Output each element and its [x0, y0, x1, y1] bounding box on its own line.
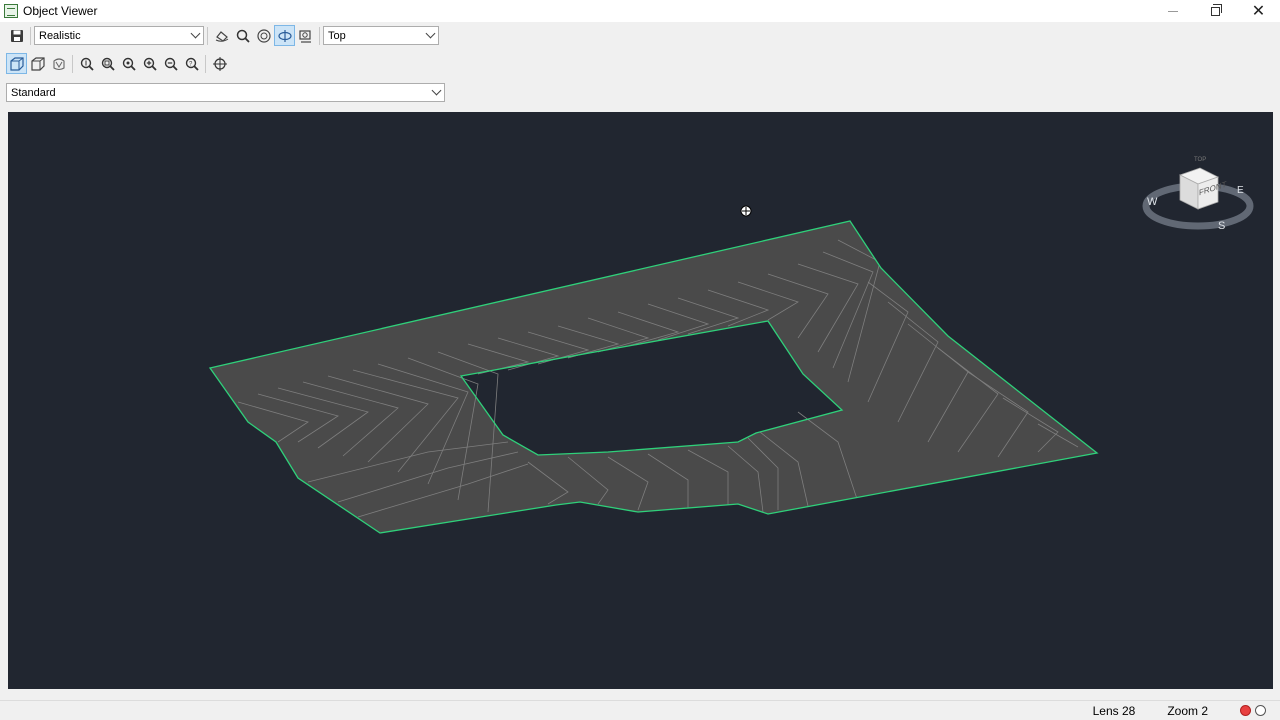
zoom-extents-button[interactable]	[118, 53, 139, 74]
minimize-icon	[1167, 10, 1178, 12]
view-direction-value: Top	[328, 29, 346, 42]
named-view-select[interactable]: Standard	[6, 83, 445, 102]
zoom-realtime-icon	[80, 57, 94, 71]
view-cube-front-button[interactable]	[6, 53, 27, 74]
free-orbit-icon	[256, 28, 271, 43]
viewcube-top-label[interactable]: TOP	[1194, 157, 1206, 163]
toolbar-separator	[30, 26, 31, 45]
zoom-previous-button[interactable]: ?	[181, 53, 202, 74]
app-icon	[4, 4, 18, 18]
chevron-down-icon	[425, 28, 436, 39]
restore-button[interactable]	[1194, 0, 1237, 22]
restore-icon	[1211, 3, 1222, 16]
visual-style-select[interactable]: Realistic	[34, 26, 204, 45]
chevron-down-icon	[431, 85, 442, 96]
zoom-button[interactable]	[232, 25, 253, 46]
surface-scene	[208, 167, 1254, 534]
magnifier-icon	[236, 29, 250, 43]
toolbar-separator	[205, 54, 206, 73]
zoom-status: Zoom 2	[1167, 703, 1208, 718]
toolbar-separator	[72, 54, 73, 73]
zoom-out-button[interactable]	[160, 53, 181, 74]
continuous-orbit-icon	[277, 29, 292, 42]
toolbar-area: Realistic Top ? Standard	[0, 22, 450, 108]
compass-east-label[interactable]: E	[1237, 185, 1244, 196]
camera-button[interactable]	[295, 25, 316, 46]
cube-iso-icon	[52, 57, 65, 70]
zoom-extents-icon	[122, 57, 136, 71]
idle-indicator-icon[interactable]	[1255, 705, 1266, 716]
view-cube-iso-button[interactable]	[48, 53, 69, 74]
3d-viewport[interactable]: TOP FRONT W E S	[8, 112, 1273, 689]
zoom-window-button[interactable]	[97, 53, 118, 74]
tin-surface	[210, 221, 1097, 533]
close-icon: ✕	[1251, 3, 1266, 20]
close-button[interactable]: ✕	[1237, 0, 1280, 22]
chevron-down-icon	[190, 28, 201, 39]
orbit-icon	[215, 30, 228, 42]
visual-style-value: Realistic	[39, 29, 81, 42]
orbit-button[interactable]	[211, 25, 232, 46]
status-bar: Lens 28 Zoom 2	[0, 700, 1280, 720]
toolbar-row-2: ?	[6, 53, 230, 74]
toolbar-separator	[319, 26, 320, 45]
zoom-in-icon	[143, 57, 157, 71]
continuous-orbit-button[interactable]	[274, 25, 295, 46]
target-icon	[212, 56, 227, 71]
named-view-value: Standard	[11, 86, 56, 99]
view-direction-select[interactable]: Top	[323, 26, 439, 45]
zoom-in-button[interactable]	[139, 53, 160, 74]
compass-south-label[interactable]: S	[1218, 220, 1225, 232]
record-indicator-icon[interactable]	[1240, 705, 1251, 716]
view-cube-side-button[interactable]	[27, 53, 48, 74]
pan-cursor-icon	[740, 205, 752, 217]
compass-west-label[interactable]: W	[1147, 196, 1157, 208]
window-title: Object Viewer	[23, 4, 98, 18]
toolbar-row-1: Realistic Top	[6, 25, 439, 46]
toolbar-row-3: Standard	[6, 83, 445, 102]
cube-side-icon	[30, 56, 45, 71]
window-controls: ✕	[1151, 0, 1280, 22]
target-button[interactable]	[209, 53, 230, 74]
minimize-button[interactable]	[1151, 0, 1194, 22]
toolbar-separator	[207, 26, 208, 45]
lens-status: Lens 28	[1092, 703, 1136, 718]
zoom-window-icon	[101, 57, 115, 71]
camera-icon	[298, 29, 311, 43]
title-bar: Object Viewer ✕	[0, 0, 1280, 22]
viewcube[interactable]	[1142, 167, 1254, 230]
cube-front-icon	[9, 56, 24, 71]
save-icon	[10, 29, 23, 42]
zoom-realtime-button[interactable]	[76, 53, 97, 74]
save-button[interactable]	[6, 25, 27, 46]
free-orbit-button[interactable]	[253, 25, 274, 46]
zoom-previous-icon: ?	[185, 57, 199, 71]
zoom-out-icon	[164, 57, 178, 71]
